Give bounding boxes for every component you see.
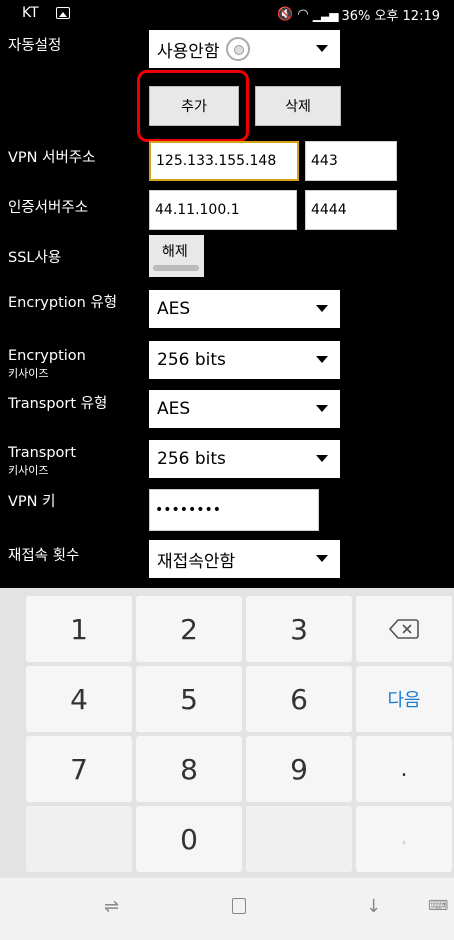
transport-key-label: Transport 키사이즈 — [8, 445, 76, 478]
keyboard-icon[interactable]: ⌨ — [428, 898, 448, 914]
auto-setting-value: 사용안함 — [157, 41, 220, 62]
encryption-type-value: AES — [157, 299, 191, 319]
dropdown-arrow-icon — [316, 305, 328, 312]
encryption-type-label: Encryption 유형 — [8, 295, 118, 311]
auto-setting-select[interactable]: 사용안함 — [149, 30, 340, 68]
transport-key-select[interactable]: 256 bits — [149, 440, 340, 478]
key-7[interactable]: 7 — [26, 736, 132, 802]
back-down-icon[interactable]: ↓ — [366, 896, 381, 917]
numeric-keypad: 1 2 3 4 5 6 다음 7 8 9 . 0 , — [0, 588, 454, 878]
dot-key[interactable]: . — [356, 736, 452, 802]
encryption-type-select[interactable]: AES — [149, 290, 340, 328]
auth-server-ip-input[interactable]: 44.11.100.1 — [149, 190, 297, 230]
delete-button[interactable]: 삭제 — [255, 86, 341, 126]
dropdown-arrow-icon — [316, 555, 328, 562]
key-3[interactable]: 3 — [246, 596, 352, 662]
next-key-label: 다음 — [387, 690, 421, 711]
vpn-server-label: VPN 서버주소 — [8, 150, 96, 166]
auth-server-label: 인증서버주소 — [8, 200, 89, 216]
vpn-settings-form: 자동설정 사용안함 추가 삭제 VPN 서버주소 125.133.155.148… — [0, 28, 454, 588]
status-bar: KT 🔇 ◠ ▁▃▅ 36% 오후 12:19 — [0, 0, 454, 28]
vpn-server-ip-input[interactable]: 125.133.155.148 — [149, 141, 299, 181]
wifi-icon: ◠ — [297, 7, 309, 22]
ssl-toggle-label: 해제 — [162, 244, 188, 260]
key-0[interactable]: 0 — [136, 806, 242, 872]
home-icon[interactable] — [232, 898, 246, 914]
ssl-toggle-bar — [153, 265, 199, 271]
comma-key[interactable]: , — [356, 806, 452, 872]
encryption-key-label-line2: 키사이즈 — [8, 366, 49, 380]
ssl-label: SSL사용 — [8, 250, 62, 266]
vpn-key-label: VPN 키 — [8, 494, 56, 510]
reconnect-select[interactable]: 재접속안함 — [149, 540, 340, 578]
transport-type-value: AES — [157, 399, 191, 419]
auth-server-port-input[interactable]: 4444 — [305, 190, 397, 230]
radio-icon — [225, 37, 250, 61]
transport-type-select[interactable]: AES — [149, 390, 340, 428]
recent-apps-icon[interactable]: ⇌ — [104, 896, 119, 917]
key-5[interactable]: 5 — [136, 666, 242, 732]
backspace-icon — [389, 619, 419, 639]
signal-icon: ▁▃▅ — [312, 7, 339, 22]
encryption-key-label: Encryption 키사이즈 — [8, 348, 86, 381]
status-icons: 🔇 ◠ ▁▃▅ 36% 오후 12:19 — [277, 5, 440, 24]
dropdown-arrow-icon — [316, 45, 328, 52]
reconnect-value: 재접속안함 — [157, 551, 236, 572]
key-8[interactable]: 8 — [136, 736, 242, 802]
battery-time: 36% 오후 12:19 — [341, 9, 440, 24]
vpn-key-input[interactable]: •••••••• — [149, 489, 319, 531]
transport-key-label-line2: 키사이즈 — [8, 463, 49, 477]
auto-setting-label: 자동설정 — [8, 38, 62, 54]
backspace-key[interactable] — [356, 596, 452, 662]
dropdown-arrow-icon — [316, 405, 328, 412]
key-2[interactable]: 2 — [136, 596, 242, 662]
key-1[interactable]: 1 — [26, 596, 132, 662]
encryption-key-value: 256 bits — [157, 350, 226, 370]
transport-key-label-line1: Transport — [8, 445, 77, 461]
vpn-server-port-input[interactable]: 443 — [305, 141, 397, 181]
encryption-key-select[interactable]: 256 bits — [149, 341, 340, 379]
key-9[interactable]: 9 — [246, 736, 352, 802]
ssl-toggle[interactable]: 해제 — [149, 235, 204, 277]
key-4[interactable]: 4 — [26, 666, 132, 732]
next-key[interactable]: 다음 — [356, 666, 452, 732]
navigation-bar: ⇌ ↓ ⌨ — [0, 878, 454, 940]
carrier-label: KT — [22, 5, 39, 21]
mute-icon: 🔇 — [277, 7, 294, 22]
add-button-highlight — [137, 70, 249, 142]
blank-key — [26, 806, 132, 872]
encryption-key-label-line1: Encryption — [8, 348, 86, 364]
transport-type-label: Transport 유형 — [8, 396, 108, 412]
dropdown-arrow-icon — [316, 356, 328, 363]
key-6[interactable]: 6 — [246, 666, 352, 732]
reconnect-label: 재접속 횟수 — [8, 548, 80, 564]
dropdown-arrow-icon — [316, 455, 328, 462]
blank-key — [246, 806, 352, 872]
transport-key-value: 256 bits — [157, 449, 226, 469]
gallery-notification-icon — [56, 7, 70, 19]
